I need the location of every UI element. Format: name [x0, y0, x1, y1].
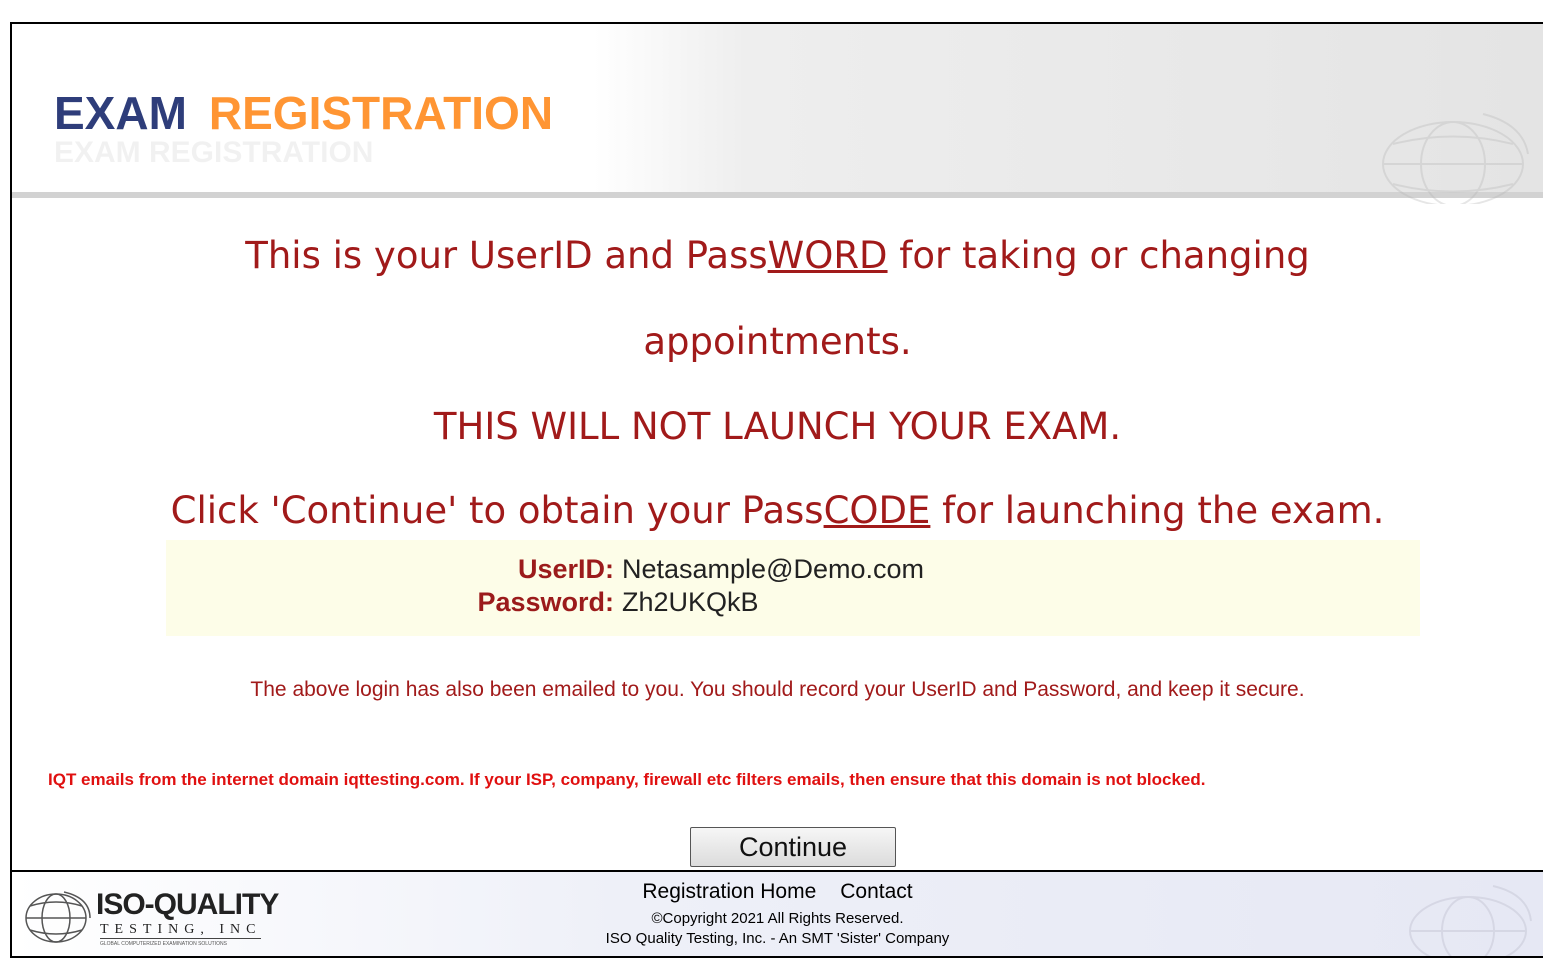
- word-emphasis: WORD: [767, 234, 888, 277]
- domain-warning: IQT emails from the internet domain iqtt…: [48, 770, 1206, 789]
- message-line-4: Click 'Continue' to obtain your PassCODE…: [170, 489, 1385, 532]
- page-title: EXAM REGISTRATION: [54, 86, 553, 140]
- emailed-note: The above login has also been emailed to…: [250, 678, 1305, 701]
- message-line-2: appointments.: [643, 320, 912, 363]
- code-emphasis: CODE: [823, 489, 931, 532]
- footer-globe-watermark-icon: [1409, 885, 1532, 956]
- credentials-box: UserID: Netasample@Demo.com Password: Zh2U…: [166, 540, 1420, 636]
- footer-copyright: ©Copyright 2021 All Rights Reserved.: [651, 910, 904, 927]
- password-label: Password:: [477, 587, 614, 617]
- footer-links: Registration Home Contact: [12, 880, 1543, 904]
- title-registration: REGISTRATION: [208, 87, 554, 139]
- password-value: Zh2UKQkB: [622, 587, 759, 617]
- contact-link[interactable]: Contact: [840, 880, 912, 903]
- header-ghost-text: EXAM REGISTRATION: [54, 136, 374, 169]
- registration-home-link[interactable]: Registration Home: [642, 880, 816, 903]
- userid-label: UserID:: [517, 554, 614, 584]
- title-exam: EXAM: [54, 87, 187, 139]
- userid-row: UserID: Netasample@Demo.com: [444, 554, 924, 585]
- message-line-1: This is your UserID and PassWORD for tak…: [245, 234, 1310, 277]
- page-frame: EXAM REGISTRATION EXAM REGISTRATION This …: [10, 22, 1543, 958]
- globe-watermark-icon: [1382, 113, 1529, 204]
- password-row: Password: Zh2UKQkB: [422, 587, 759, 618]
- userid-value: Netasample@Demo.com: [622, 554, 925, 584]
- footer-company: ISO Quality Testing, Inc. - An SMT 'Sist…: [605, 930, 950, 947]
- page-header: EXAM REGISTRATION EXAM REGISTRATION: [12, 24, 1543, 204]
- page-footer: ISO-QUALITY TESTING, INC GLOBAL COMPUTER…: [12, 870, 1543, 956]
- continue-button[interactable]: Continue: [690, 827, 896, 867]
- message-line-3: THIS WILL NOT LAUNCH YOUR EXAM.: [433, 405, 1122, 448]
